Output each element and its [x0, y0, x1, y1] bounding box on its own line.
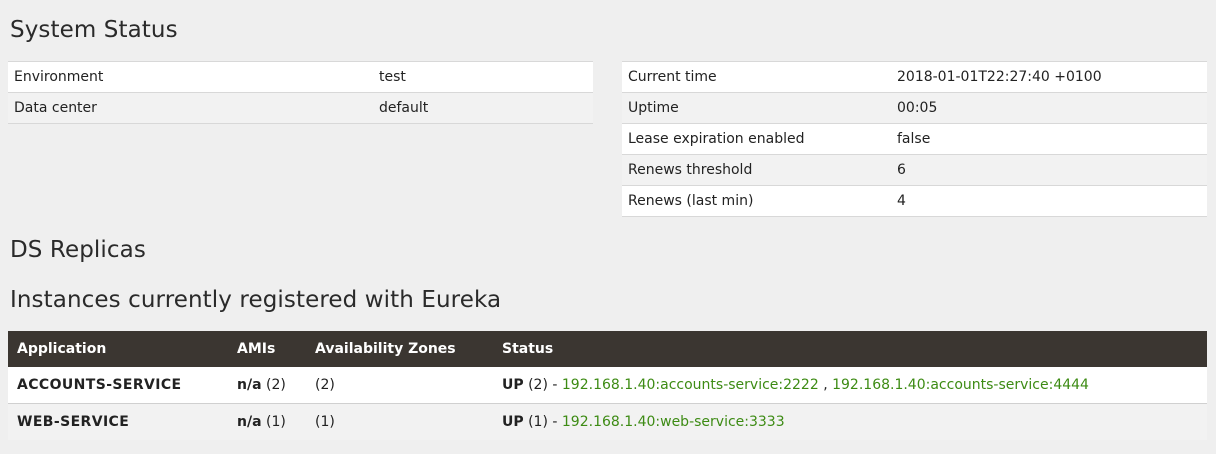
row-label: Environment	[8, 61, 373, 93]
table-header-row: Application AMIs Availability Zones Stat…	[8, 331, 1207, 367]
ami-count: (1)	[265, 414, 286, 430]
amis-cell: n/a (2)	[228, 367, 306, 404]
instance-link[interactable]: 192.168.1.40:accounts-service:4444	[832, 377, 1089, 393]
row-label: Renews (last min)	[622, 185, 891, 217]
column-header-amis: AMIs	[228, 331, 306, 367]
row-label: Uptime	[622, 92, 891, 124]
link-separator: ,	[823, 377, 828, 393]
zones-cell: (2)	[306, 367, 493, 404]
system-status-heading: System Status	[10, 17, 178, 43]
table-row: WEB-SERVICE n/a (1) (1) UP (1) - 192.168…	[8, 403, 1207, 440]
ds-replicas-heading: DS Replicas	[10, 237, 146, 263]
instances-table: Application AMIs Availability Zones Stat…	[8, 331, 1207, 440]
row-value: 4	[891, 185, 1207, 217]
table-row: Current time 2018-01-01T22:27:40 +0100	[622, 61, 1207, 93]
status-count: (1) -	[528, 414, 558, 430]
table-row: Uptime 00:05	[622, 92, 1207, 124]
status-value: UP	[502, 414, 524, 430]
system-info-table-right: Current time 2018-01-01T22:27:40 +0100 U…	[622, 61, 1207, 217]
eureka-dashboard: System Status Environment test Data cent…	[0, 0, 1216, 454]
instance-link[interactable]: 192.168.1.40:accounts-service:2222	[562, 377, 819, 393]
row-label: Lease expiration enabled	[622, 123, 891, 155]
column-header-status: Status	[493, 331, 1207, 367]
ami-value: n/a	[237, 414, 262, 430]
system-info-table-left: Environment test Data center default	[8, 61, 593, 124]
table-row: Lease expiration enabled false	[622, 123, 1207, 155]
zones-cell: (1)	[306, 403, 493, 440]
row-label: Data center	[8, 92, 373, 124]
table-row: ACCOUNTS-SERVICE n/a (2) (2) UP (2) - 19…	[8, 367, 1207, 404]
row-label: Renews threshold	[622, 154, 891, 186]
column-header-zones: Availability Zones	[306, 331, 493, 367]
row-label: Current time	[622, 61, 891, 93]
row-value: 2018-01-01T22:27:40 +0100	[891, 61, 1207, 93]
ami-count: (2)	[265, 377, 286, 393]
column-header-application: Application	[8, 331, 228, 367]
status-value: UP	[502, 377, 524, 393]
table-row: Data center default	[8, 92, 593, 124]
row-value: false	[891, 123, 1207, 155]
row-value: 6	[891, 154, 1207, 186]
table-row: Renews threshold 6	[622, 154, 1207, 186]
amis-cell: n/a (1)	[228, 403, 306, 440]
table-row: Renews (last min) 4	[622, 185, 1207, 217]
row-value: 00:05	[891, 92, 1207, 124]
status-count: (2) -	[528, 377, 558, 393]
application-name: WEB-SERVICE	[8, 403, 228, 440]
table-row: Environment test	[8, 61, 593, 93]
ami-value: n/a	[237, 377, 262, 393]
row-value: default	[373, 92, 593, 124]
instances-heading: Instances currently registered with Eure…	[10, 287, 502, 313]
instance-link[interactable]: 192.168.1.40:web-service:3333	[562, 414, 785, 430]
status-cell: UP (2) - 192.168.1.40:accounts-service:2…	[493, 367, 1207, 404]
status-cell: UP (1) - 192.168.1.40:web-service:3333	[493, 403, 1207, 440]
row-value: test	[373, 61, 593, 93]
application-name: ACCOUNTS-SERVICE	[8, 367, 228, 404]
